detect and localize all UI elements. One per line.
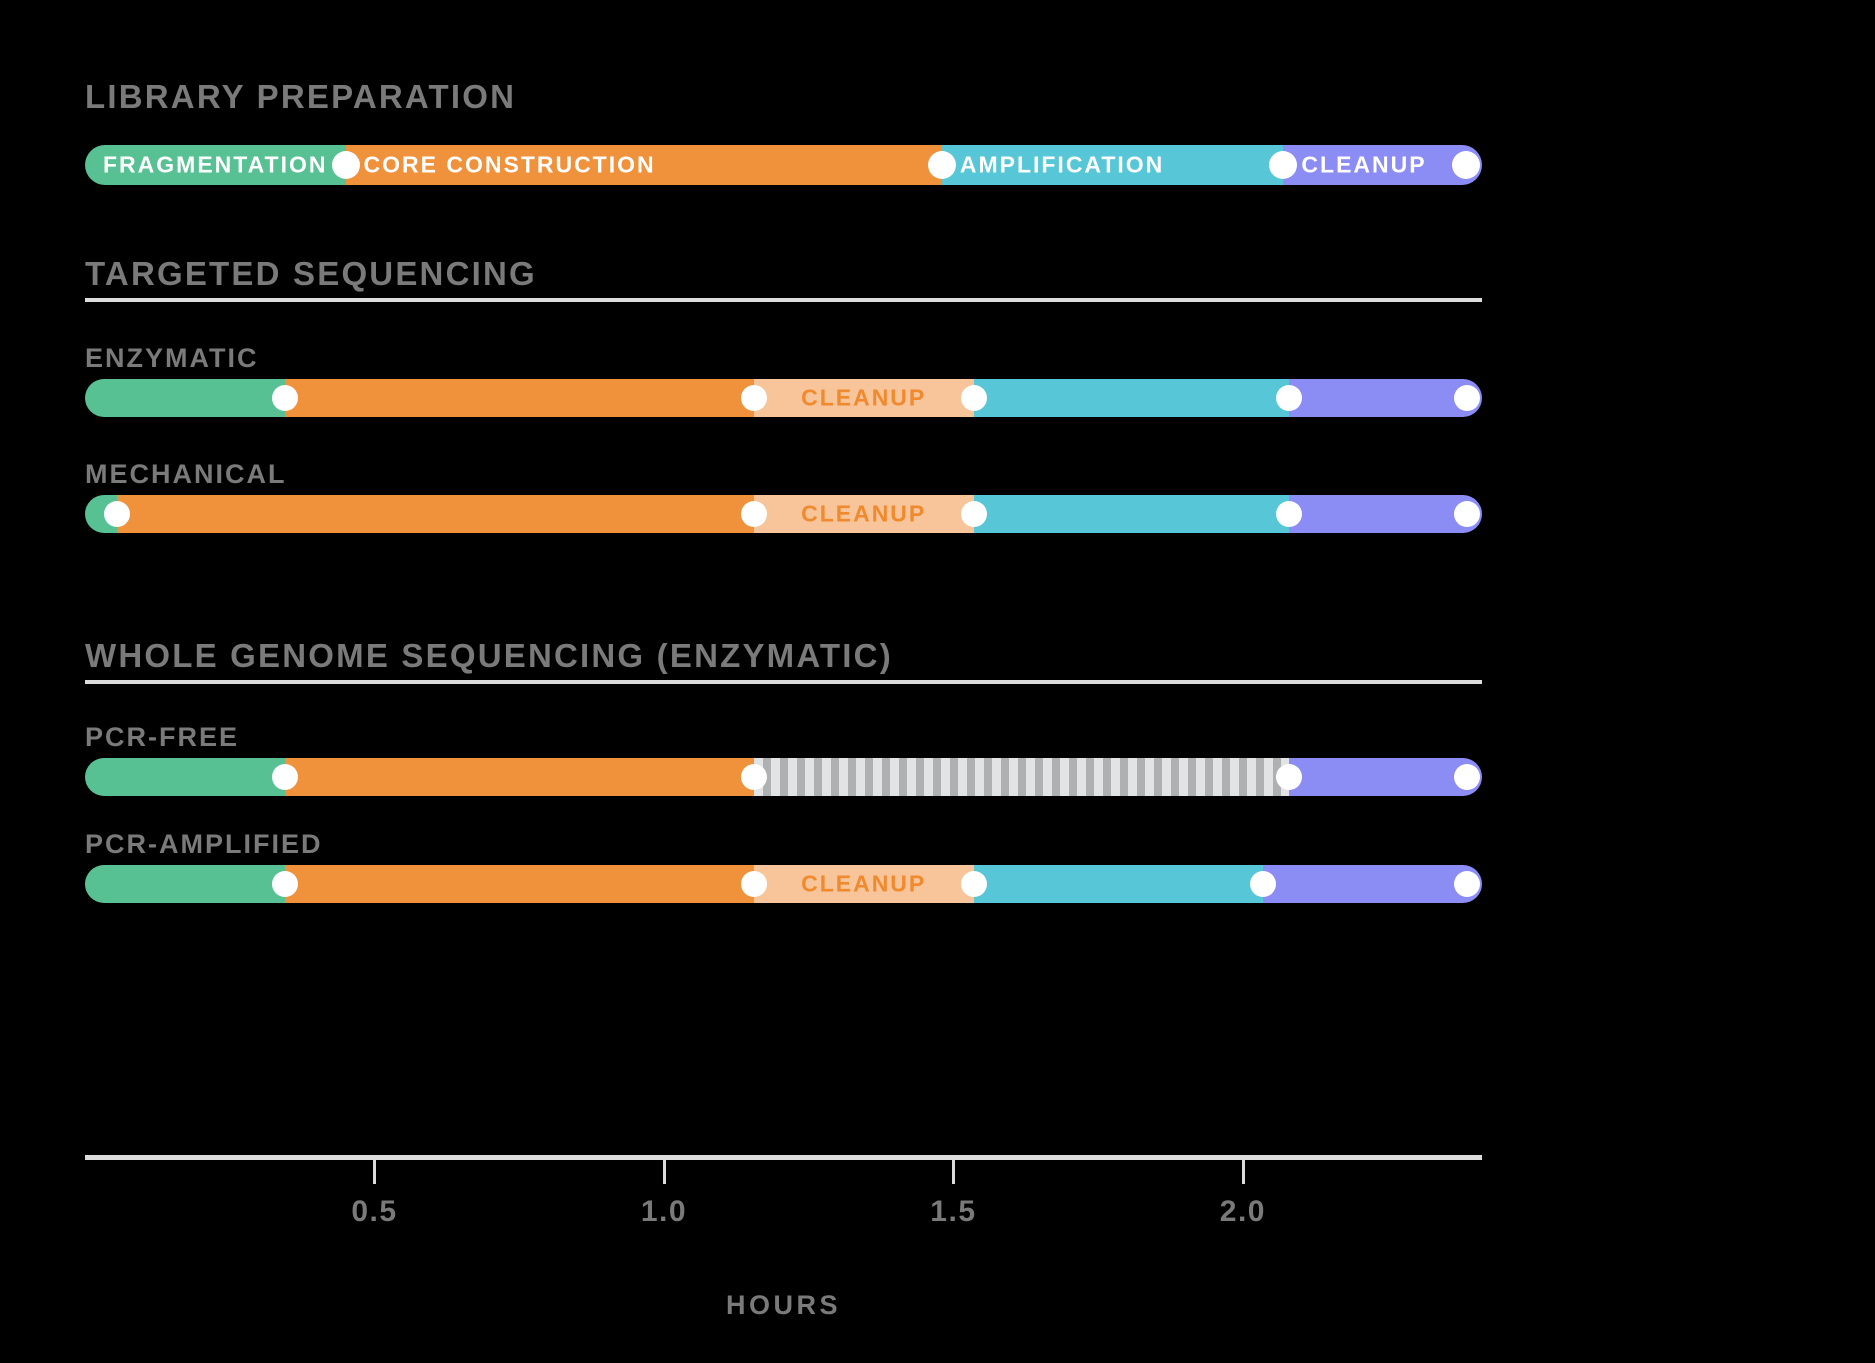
milestone-marker <box>740 764 767 790</box>
segment-cleanup <box>753 865 974 903</box>
timeline-bar <box>85 758 1482 796</box>
axis-tick <box>952 1160 956 1184</box>
axis-tick-label: 2.0 <box>1219 1195 1266 1228</box>
segment-cleanup <box>1263 865 1482 903</box>
milestone-marker <box>271 764 298 790</box>
segment-amplification <box>941 145 1284 185</box>
segment-core-construction <box>284 758 754 796</box>
segment-amplification <box>973 495 1290 533</box>
timeline-bar: CLEANUP <box>85 865 1482 903</box>
milestone-marker <box>960 871 987 897</box>
segment-fragmentation <box>85 145 346 185</box>
segment-cleanup <box>753 379 974 417</box>
section-title-3: WHOLE GENOME SEQUENCING (ENZYMATIC) <box>85 637 893 674</box>
segment-hatched <box>753 758 1290 796</box>
row-label-enzymatic: ENZYMATIC <box>85 343 259 373</box>
axis-tick <box>662 1160 666 1184</box>
segment-amplification <box>973 865 1264 903</box>
row-label-pcr-free: PCR-FREE <box>85 722 240 752</box>
section-divider-2 <box>85 298 1482 302</box>
segment-core-construction <box>345 145 942 185</box>
milestone-marker <box>1454 871 1480 897</box>
axis-tick <box>373 1160 377 1184</box>
segment-fragmentation <box>85 379 285 417</box>
row-label-pcr-amplified: PCR-AMPLIFIED <box>85 829 323 859</box>
workflow-timeline-chart: LIBRARY PREPARATION FRAGMENTATION CORE CON… <box>0 0 1875 1363</box>
milestone-marker <box>740 385 767 411</box>
segment-core-construction <box>284 379 754 417</box>
milestone-marker <box>740 871 767 897</box>
row-label-mechanical: MECHANICAL <box>85 459 287 489</box>
axis-line <box>85 1155 1482 1160</box>
milestone-marker <box>271 385 298 411</box>
axis-tick-label: 0.5 <box>351 1195 398 1228</box>
milestone-marker <box>1452 151 1480 179</box>
milestone-marker <box>271 871 298 897</box>
segment-fragmentation <box>85 758 285 796</box>
axis-tick-label: 1.0 <box>640 1195 688 1228</box>
timeline-bar: CLEANUP <box>85 495 1482 533</box>
milestone-marker <box>1454 385 1480 411</box>
milestone-marker <box>1454 501 1480 527</box>
timeline-bar: CLEANUP <box>85 379 1482 417</box>
milestone-marker <box>960 385 987 411</box>
segment-cleanup <box>753 495 974 533</box>
milestone-marker <box>103 501 130 527</box>
axis-tick-label: 1.5 <box>930 1195 977 1228</box>
milestone-marker <box>1250 871 1277 897</box>
segment-core-construction <box>284 865 754 903</box>
section-divider-3 <box>85 680 1482 684</box>
milestone-marker <box>960 501 987 527</box>
milestone-marker <box>1454 764 1480 790</box>
section-title-2: TARGETED SEQUENCING <box>85 255 537 292</box>
axis-title: HOURS <box>725 1290 842 1320</box>
timeline-bar: FRAGMENTATION CORE CONSTRUCTION AMPLIFICAT… <box>85 145 1482 185</box>
milestone-marker <box>331 151 360 179</box>
milestone-marker <box>927 151 956 179</box>
segment-amplification <box>973 379 1290 417</box>
segment-core-construction <box>116 495 754 533</box>
section-title-1: LIBRARY PREPARATION <box>85 78 517 115</box>
axis-tick <box>1241 1160 1245 1184</box>
milestone-marker <box>740 501 767 527</box>
segment-fragmentation <box>85 865 285 903</box>
